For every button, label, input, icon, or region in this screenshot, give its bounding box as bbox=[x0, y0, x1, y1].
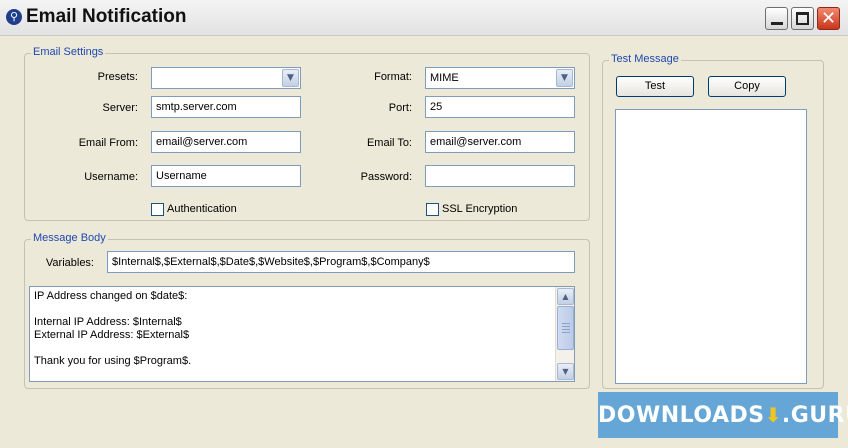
server-label: Server: bbox=[102, 102, 138, 114]
username-input[interactable]: Username bbox=[151, 165, 301, 187]
copy-button[interactable]: Copy bbox=[708, 76, 786, 97]
email-from-label: Email From: bbox=[78, 137, 138, 149]
email-to-input[interactable]: email@server.com bbox=[425, 131, 575, 153]
presets-label: Presets: bbox=[97, 71, 138, 83]
close-button[interactable]: ✕ bbox=[817, 7, 840, 30]
test-message-label: Test Message bbox=[609, 53, 681, 65]
minimize-button[interactable] bbox=[765, 7, 788, 30]
scroll-up-icon[interactable]: ▲ bbox=[557, 288, 574, 305]
scroll-thumb[interactable] bbox=[557, 306, 574, 350]
chevron-down-icon[interactable]: ▼ bbox=[556, 69, 573, 87]
message-body-textarea[interactable]: IP Address changed on $date$: Internal I… bbox=[29, 286, 575, 382]
ssl-encryption-checkbox[interactable] bbox=[426, 203, 439, 216]
ssl-encryption-label[interactable]: SSL Encryption bbox=[442, 203, 517, 215]
watermark-text-right: .GURU bbox=[781, 403, 848, 428]
authentication-checkbox[interactable] bbox=[151, 203, 164, 216]
email-from-input[interactable]: email@server.com bbox=[151, 131, 301, 153]
format-select[interactable]: MIME ▼ bbox=[425, 67, 575, 89]
download-arrow-icon: ⬇ bbox=[764, 403, 782, 427]
close-icon: ✕ bbox=[820, 8, 837, 29]
message-body-text: IP Address changed on $date$: Internal I… bbox=[34, 290, 192, 367]
title-bar[interactable]: ⚲ Email Notification ✕ bbox=[0, 0, 848, 36]
password-input[interactable] bbox=[425, 165, 575, 187]
format-label: Format: bbox=[374, 71, 412, 83]
presets-select[interactable]: ▼ bbox=[151, 67, 301, 89]
window-title: Email Notification bbox=[26, 6, 187, 27]
port-label: Port: bbox=[388, 102, 412, 114]
maximize-icon bbox=[796, 12, 809, 25]
chevron-down-icon[interactable]: ▼ bbox=[282, 69, 299, 87]
format-value: MIME bbox=[430, 72, 459, 84]
test-button[interactable]: Test bbox=[616, 76, 694, 97]
minimize-icon bbox=[771, 22, 783, 25]
authentication-label[interactable]: Authentication bbox=[167, 203, 237, 215]
test-message-output[interactable] bbox=[615, 109, 807, 384]
scroll-down-icon[interactable]: ▼ bbox=[557, 363, 574, 380]
email-settings-label: Email Settings bbox=[31, 46, 106, 58]
maximize-button[interactable] bbox=[791, 7, 814, 30]
server-input[interactable]: smtp.server.com bbox=[151, 96, 301, 118]
email-notification-window: ⚲ Email Notification ✕ Email Settings Pr… bbox=[0, 0, 848, 448]
app-icon: ⚲ bbox=[6, 9, 22, 25]
message-body-label: Message Body bbox=[31, 232, 108, 244]
variables-label: Variables: bbox=[45, 257, 94, 269]
port-input[interactable]: 25 bbox=[425, 96, 575, 118]
downloads-guru-watermark: DOWNLOADS⬇.GURU bbox=[598, 392, 848, 438]
message-body-scrollbar[interactable]: ▲ ▼ bbox=[555, 287, 574, 381]
email-to-label: Email To: bbox=[366, 137, 412, 149]
username-label: Username: bbox=[84, 171, 138, 183]
watermark-text-left: DOWNLOADS bbox=[598, 403, 765, 428]
password-label: Password: bbox=[360, 171, 412, 183]
variables-input[interactable]: $Internal$,$External$,$Date$,$Website$,$… bbox=[107, 251, 575, 273]
